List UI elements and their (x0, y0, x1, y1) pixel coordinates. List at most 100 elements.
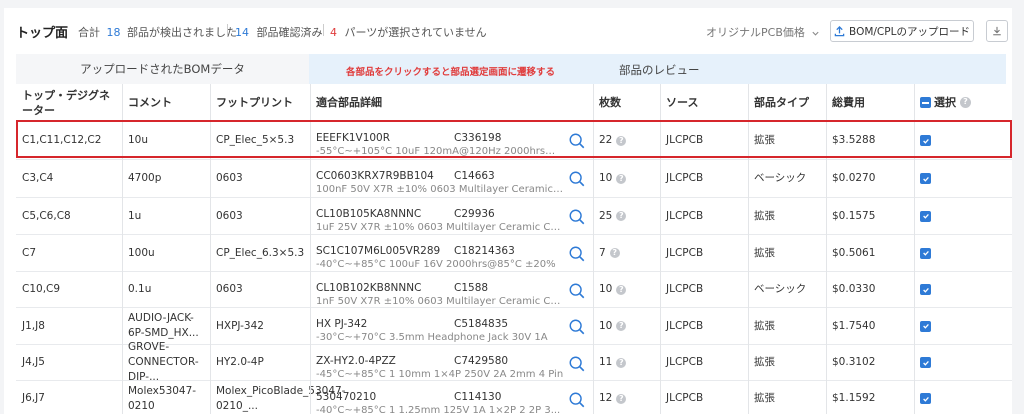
table-row[interactable]: J4,J5 GROVE-CONNECTOR-DIP-... HY2.0-4P ZX-H… (16, 341, 1012, 383)
source-cell: JLCPCB (666, 134, 704, 146)
row-checkbox[interactable] (920, 173, 931, 184)
divider (323, 24, 324, 36)
part-description: -45°C~+85°C 1 10mm 1×4P 250V 2A 2mm 4 Pi… (316, 369, 564, 380)
search-icon[interactable] (568, 355, 586, 373)
footprint-cell: HY2.0-4P (216, 356, 264, 368)
comment-cell: GROVE-CONNECTOR-DIP-... (128, 341, 199, 383)
part-type-cell: 拡張 (754, 209, 775, 222)
part-detail-cell[interactable]: SC1C107M6L005VR289 C18214363 -40°C~+85°C 1… (316, 235, 592, 271)
row-checkbox[interactable] (920, 284, 931, 295)
comment-cell: 0.1u (128, 283, 152, 295)
lcsc-part-number: C14663 (454, 170, 495, 182)
col-part-type[interactable]: 部品タイプ (748, 84, 826, 122)
search-icon[interactable] (568, 282, 586, 300)
row-checkbox[interactable] (920, 393, 931, 404)
col-footprint[interactable]: フットプリント (210, 84, 310, 122)
mpn: CL10B102KB8NNNC (316, 282, 422, 294)
lcsc-part-number: C1588 (454, 282, 489, 294)
comment-cell: 1u (128, 209, 142, 222)
row-checkbox[interactable] (920, 320, 931, 332)
row-checkbox[interactable] (920, 247, 931, 259)
mpn: HX PJ-342 (316, 318, 368, 330)
select-cell (914, 235, 1012, 271)
designator-cell: J4,J5 (22, 356, 45, 368)
help-icon: ? (616, 211, 627, 221)
row-checkbox[interactable] (920, 135, 931, 146)
comment-cell: AUDIO-JACK-6P-SMD_HX... (128, 312, 199, 339)
part-detail-cell[interactable]: CC0603KRX7R9BB104 C14663 100nF 50V X7R ±10… (316, 160, 592, 197)
lcsc-part-number: C336198 (454, 132, 502, 144)
lcsc-part-number: C18214363 (454, 245, 515, 257)
column-divider (914, 84, 915, 414)
group-header-bom: アップロードされたBOMデータ (16, 54, 309, 84)
col-part-detail[interactable]: 適合部品詳細 (310, 84, 593, 122)
help-icon: ? (616, 173, 627, 184)
search-icon[interactable] (568, 318, 586, 336)
mpn: CC0603KRX7R9BB104 (316, 170, 434, 182)
select-cell (914, 345, 1012, 380)
bom-review-panel: トップ面 合計 18 部品が検出されました 14 部品確認済み 4 パーツが選択… (4, 8, 1012, 414)
upload-bom-button[interactable]: BOM/CPLのアップロード (830, 20, 974, 42)
row-checkbox[interactable] (920, 357, 931, 368)
part-detail-cell[interactable]: CL10B105KA8NNNC C29936 1uF 25V X7R ±10% 06… (316, 198, 592, 234)
table-row[interactable]: C5,C6,C8 1u 0603 CL10B105KA8NNNC C29936 1uF 2… (16, 198, 1012, 235)
designator-cell: C10,C9 (22, 283, 61, 295)
select-all-checkbox[interactable] (920, 97, 931, 108)
search-icon[interactable] (568, 132, 586, 150)
part-detail-cell[interactable]: EEEFK1V100R C336198 -55°C~+105°C 10uF 120m… (316, 122, 592, 159)
confirmed-count: 14 (235, 26, 249, 39)
help-icon: ? (616, 321, 627, 331)
cost-cell: $0.3102 (832, 356, 876, 368)
cost-cell: $3.5288 (832, 134, 876, 146)
table-row[interactable]: C7 100u CP_Elec_6.3×5.3 SC1C107M6L005VR289 C… (16, 235, 1012, 272)
cost-cell: $0.1575 (832, 209, 876, 222)
qty-cell: 7? (593, 235, 660, 271)
part-type-cell: ベーシック (754, 283, 807, 295)
part-detail-cell[interactable]: ZX-HY2.0-4PZZ C7429580 -45°C~+85°C 1 10mm … (316, 345, 592, 380)
col-designator[interactable]: トップ・デジグネーター (16, 84, 122, 122)
upload-icon (834, 25, 845, 36)
designator-cell: C3,C4 (22, 172, 54, 184)
part-description: -30°C~+70°C 3.5mm Headphone Jack 30V 1A (316, 332, 548, 343)
lcsc-part-number: C29936 (454, 208, 495, 220)
check-icon (922, 396, 929, 402)
footprint-cell: 0603 (216, 172, 243, 184)
col-select[interactable]: 選択 ? (914, 84, 1012, 122)
source-cell: JLCPCB (666, 283, 704, 295)
part-detail-cell[interactable]: 530470210 C114130 -40°C~+85°C 1 1.25mm 125… (316, 381, 592, 414)
cost-cell: $0.0330 (832, 283, 876, 295)
column-divider (748, 84, 749, 414)
col-qty[interactable]: 枚数 (593, 84, 660, 122)
part-detail-cell[interactable]: HX PJ-342 C5184835 -30°C~+70°C 3.5mm Headp… (316, 308, 592, 344)
row-checkbox[interactable] (920, 210, 931, 222)
comment-cell: Molex53047-0210 (128, 384, 197, 412)
total-count: 18 (106, 26, 121, 39)
part-description: 1uF 25V X7R ±10% 0603 Multilayer Ceramic… (316, 222, 564, 233)
col-source[interactable]: ソース (660, 84, 748, 122)
col-comment[interactable]: コメント (122, 84, 210, 122)
price-dropdown[interactable]: オリジナルPCB価格 (706, 24, 820, 40)
search-icon[interactable] (568, 391, 586, 409)
check-icon (922, 138, 929, 144)
download-button[interactable] (986, 20, 1008, 42)
select-cell (914, 381, 1012, 414)
source-cell: JLCPCB (666, 392, 704, 404)
mpn: EEEFK1V100R (316, 132, 391, 144)
table-row[interactable]: J6,J7 Molex53047-0210 Molex_PicoBlade_5304… (16, 381, 1012, 414)
lcsc-part-number: C7429580 (454, 355, 509, 367)
check-icon (922, 287, 929, 293)
table-row[interactable]: C3,C4 4700p 0603 CC0603KRX7R9BB104 C14663 100… (16, 160, 1012, 198)
table-row[interactable]: C1,C11,C12,C2 10u CP_Elec_5×5.3 EEEFK1V100R… (16, 122, 1012, 160)
table-row[interactable]: C10,C9 0.1u 0603 CL10B102KB8NNNC C1588 1nF 50… (16, 272, 1012, 308)
part-description: -40°C~+85°C 100uF 16V 2000hrs@85°C ±20% (316, 259, 556, 270)
source-cell: JLCPCB (666, 246, 704, 259)
footprint-cell: CP_Elec_5×5.3 (216, 134, 295, 146)
column-divider (826, 84, 827, 414)
search-icon[interactable] (568, 208, 586, 226)
search-icon[interactable] (568, 245, 586, 263)
col-total-cost[interactable]: 総費用 (826, 84, 914, 122)
part-detail-cell[interactable]: CL10B102KB8NNNC C1588 1nF 50V X7R ±10% 060… (316, 272, 592, 307)
total-stat: 合計 18 部品が検出されました (78, 26, 237, 39)
comment-cell: 10u (128, 134, 149, 146)
search-icon[interactable] (568, 170, 586, 188)
